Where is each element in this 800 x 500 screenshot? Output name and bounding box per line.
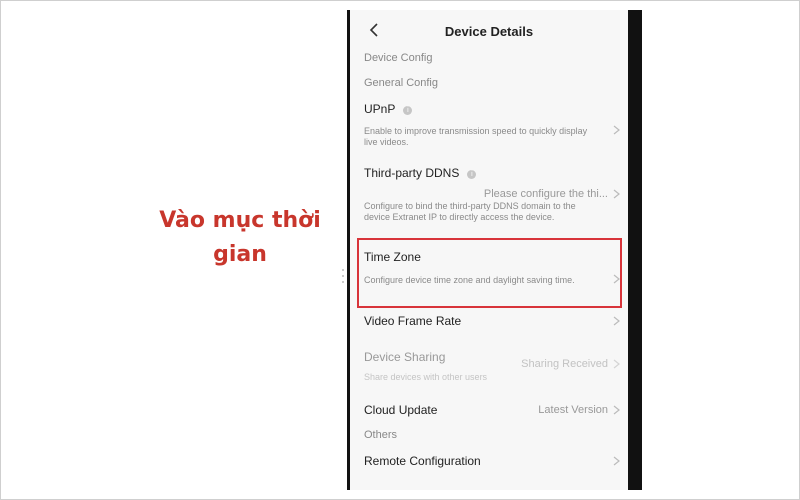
chevron-right-icon	[613, 125, 620, 135]
settings-row-cloud-update[interactable]: Cloud Update Latest Version	[350, 401, 628, 425]
annotation-line-2: gian	[213, 242, 267, 267]
row-description-device-sharing: Share devices with other users	[364, 372, 488, 382]
time-zone-highlight-box	[357, 238, 622, 308]
chevron-right-icon	[613, 405, 620, 415]
section-others: Others	[364, 429, 398, 441]
row-value-ddns: Please configure the thi...	[483, 188, 608, 200]
row-title-ddns: Third-party DDNS i	[364, 166, 477, 180]
settings-row-upnp[interactable]: UPnP i Enable to improve transmission spe…	[350, 100, 628, 156]
row-title-cloud-update: Cloud Update	[364, 403, 438, 417]
settings-row-third-party-ddns[interactable]: Third-party DDNS i Please configure the t…	[350, 164, 628, 238]
row-title-device-sharing: Device Sharing	[364, 350, 446, 364]
row-title-remote-configuration: Remote Configuration	[364, 454, 481, 468]
info-icon[interactable]: i	[467, 170, 477, 179]
chevron-right-icon	[613, 316, 620, 326]
section-device-config: Device Config	[364, 52, 433, 64]
annotation-caption: Vào mục thời gian	[150, 204, 330, 272]
row-title-upnp: UPnP i	[364, 102, 413, 116]
chevron-right-icon	[613, 189, 620, 199]
row-value-cloud-update: Latest Version	[538, 404, 608, 416]
page-title: Device Details	[444, 24, 534, 39]
row-description-upnp: Enable to improve transmission speed to …	[364, 126, 588, 147]
chevron-right-icon	[613, 456, 620, 466]
drag-handle-dots-icon	[342, 269, 344, 283]
chevron-right-icon	[613, 359, 620, 369]
row-description-ddns: Configure to bind the third-party DDNS d…	[364, 201, 576, 222]
device-details-header: Device Details	[350, 10, 628, 52]
row-title-video-frame-rate: Video Frame Rate	[364, 314, 462, 328]
settings-row-video-frame-rate[interactable]: Video Frame Rate	[350, 312, 628, 336]
row-value-device-sharing: Sharing Received	[521, 358, 608, 370]
info-icon[interactable]: i	[403, 106, 413, 115]
section-general-config: General Config	[364, 77, 438, 89]
settings-row-device-sharing[interactable]: Device Sharing Sharing Received Share de…	[350, 348, 628, 388]
phone-bezel-right	[628, 10, 642, 490]
settings-row-remote-configuration[interactable]: Remote Configuration	[350, 452, 628, 476]
annotation-line-1: Vào mục thời	[159, 208, 321, 233]
